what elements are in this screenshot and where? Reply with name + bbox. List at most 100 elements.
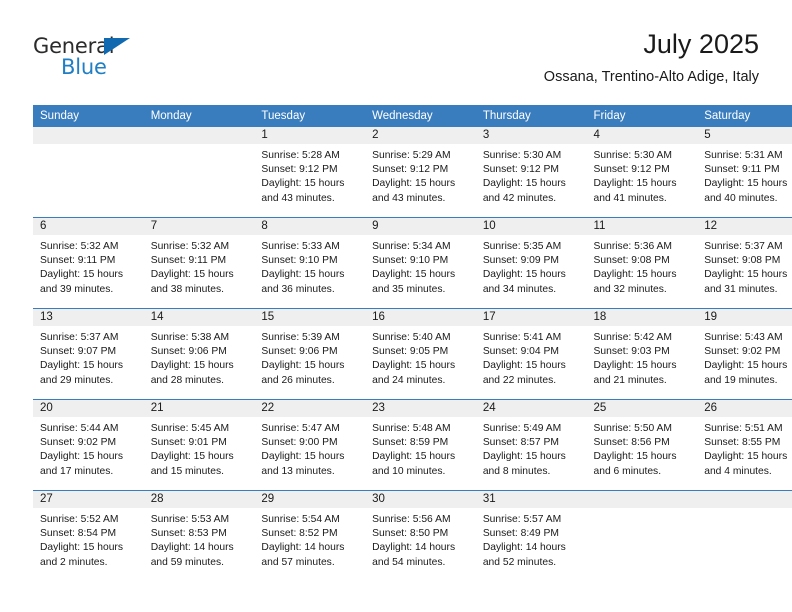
daylight-text: Daylight: 14 hours and 57 minutes. <box>261 542 345 568</box>
sunrise-text: Sunrise: 5:33 AM <box>261 241 340 252</box>
sunset-text: Sunset: 9:04 PM <box>482 346 559 358</box>
day-details: Sunrise: 5:28 AM Sunset: 9:12 PM Daylight:… <box>254 144 365 206</box>
day-details: Sunrise: 5:45 AM Sunset: 9:01 PM Daylight:… <box>144 417 255 479</box>
calendar-day-cell[interactable]: 7 Sunrise: 5:32 AM Sunset: 9:11 PM Daylight… <box>143 217 255 309</box>
day-details: Sunrise: 5:56 AM Sunset: 8:50 PM Daylight:… <box>365 508 476 570</box>
calendar-day-cell[interactable]: 2 Sunrise: 5:29 AM Sunset: 9:12 PM Daylight… <box>365 127 476 218</box>
sunset-text: Sunset: 8:55 PM <box>704 437 781 449</box>
calendar-day-cell[interactable]: 26 Sunrise: 5:51 AM Sunset: 8:55 PM Dayligh… <box>697 399 792 491</box>
calendar-table: Sunday Monday Tuesday Wednesday Thursday Frid… <box>33 105 792 581</box>
calendar-day-cell[interactable]: 19 Sunrise: 5:43 AM Sunset: 9:02 PM Dayligh… <box>697 308 792 400</box>
day-details: Sunrise: 5:34 AM Sunset: 9:10 PM Daylight:… <box>365 235 476 297</box>
daylight-text: Daylight: 15 hours and 13 minutes. <box>261 451 345 477</box>
daylight-text: Daylight: 15 hours and 42 minutes. <box>482 178 566 204</box>
calendar-day-cell[interactable]: 1 Sunrise: 5:28 AM Sunset: 9:12 PM Daylight… <box>254 127 366 218</box>
calendar-week-row: 13 Sunrise: 5:37 AM Sunset: 9:07 PM Dayligh… <box>33 308 792 400</box>
calendar-day-cell[interactable]: 20 Sunrise: 5:44 AM Sunset: 9:02 PM Dayligh… <box>33 399 144 491</box>
sunrise-text: Sunrise: 5:39 AM <box>261 332 340 343</box>
day-details: Sunrise: 5:40 AM Sunset: 9:05 PM Daylight:… <box>365 326 476 388</box>
day-number: 27 <box>33 491 144 508</box>
calendar-day-cell[interactable]: 8 Sunrise: 5:33 AM Sunset: 9:10 PM Daylight… <box>254 217 366 309</box>
day-number: 17 <box>475 309 587 326</box>
calendar-day-cell[interactable]: 9 Sunrise: 5:34 AM Sunset: 9:10 PM Daylight… <box>365 217 476 309</box>
calendar-day-cell[interactable]: 12 Sunrise: 5:37 AM Sunset: 9:08 PM Dayligh… <box>697 217 792 309</box>
daylight-text: Daylight: 15 hours and 43 minutes. <box>261 178 345 204</box>
calendar-cell-empty <box>697 490 792 581</box>
day-number: 10 <box>475 218 587 235</box>
day-details: Sunrise: 5:47 AM Sunset: 9:00 PM Daylight:… <box>254 417 365 479</box>
sunrise-text: Sunrise: 5:48 AM <box>372 423 451 434</box>
day-number: 26 <box>697 400 792 417</box>
calendar-day-cell[interactable]: 25 Sunrise: 5:50 AM Sunset: 8:56 PM Dayligh… <box>586 399 698 491</box>
calendar-day-cell[interactable]: 15 Sunrise: 5:39 AM Sunset: 9:06 PM Dayligh… <box>254 308 366 400</box>
calendar-day-cell[interactable]: 5 Sunrise: 5:31 AM Sunset: 9:11 PM Daylight… <box>697 127 792 218</box>
calendar-day-cell[interactable]: 31 Sunrise: 5:57 AM Sunset: 8:49 PM Dayligh… <box>475 490 587 581</box>
day-number: 23 <box>365 400 476 417</box>
day-number: 16 <box>365 309 476 326</box>
day-details <box>587 508 698 513</box>
calendar-day-cell[interactable]: 29 Sunrise: 5:54 AM Sunset: 8:52 PM Dayligh… <box>254 490 366 581</box>
calendar-day-cell[interactable]: 21 Sunrise: 5:45 AM Sunset: 9:01 PM Dayligh… <box>143 399 255 491</box>
daylight-text: Daylight: 15 hours and 41 minutes. <box>593 178 677 204</box>
day-details: Sunrise: 5:37 AM Sunset: 9:07 PM Daylight:… <box>33 326 144 388</box>
title-block: July 2025 Ossana, Trentino-Alto Adige, I… <box>544 28 759 86</box>
sunset-text: Sunset: 9:11 PM <box>150 255 227 267</box>
calendar-day-cell[interactable]: 6 Sunrise: 5:32 AM Sunset: 9:11 PM Daylight… <box>33 217 144 309</box>
day-number <box>143 127 255 144</box>
day-details: Sunrise: 5:29 AM Sunset: 9:12 PM Daylight:… <box>365 144 476 206</box>
calendar-cell-empty <box>143 127 255 218</box>
daylight-text: Daylight: 15 hours and 15 minutes. <box>150 451 234 477</box>
day-number: 1 <box>254 127 366 144</box>
day-number: 15 <box>254 309 366 326</box>
calendar-day-cell[interactable]: 11 Sunrise: 5:36 AM Sunset: 9:08 PM Dayligh… <box>586 217 698 309</box>
calendar-day-cell[interactable]: 28 Sunrise: 5:53 AM Sunset: 8:53 PM Dayligh… <box>143 490 255 581</box>
calendar-day-cell[interactable]: 18 Sunrise: 5:42 AM Sunset: 9:03 PM Dayligh… <box>586 308 698 400</box>
sunrise-text: Sunrise: 5:30 AM <box>482 150 562 161</box>
calendar-day-cell[interactable]: 24 Sunrise: 5:49 AM Sunset: 8:57 PM Dayligh… <box>475 399 587 491</box>
day-details: Sunrise: 5:43 AM Sunset: 9:02 PM Daylight:… <box>697 326 792 388</box>
weekday-header-saturday: Saturday <box>697 105 792 127</box>
sunrise-text: Sunrise: 5:51 AM <box>704 423 783 434</box>
day-details: Sunrise: 5:49 AM Sunset: 8:57 PM Daylight:… <box>476 417 587 479</box>
sunrise-text: Sunrise: 5:50 AM <box>593 423 672 434</box>
calendar-day-cell[interactable]: 23 Sunrise: 5:48 AM Sunset: 8:59 PM Dayligh… <box>365 399 476 491</box>
daylight-text: Daylight: 14 hours and 52 minutes. <box>482 542 566 568</box>
sunset-text: Sunset: 9:12 PM <box>261 164 338 176</box>
page-title: July 2025 <box>643 29 759 59</box>
calendar-day-cell[interactable]: 13 Sunrise: 5:37 AM Sunset: 9:07 PM Dayligh… <box>33 308 144 400</box>
daylight-text: Daylight: 15 hours and 32 minutes. <box>593 269 677 295</box>
calendar-day-cell[interactable]: 17 Sunrise: 5:41 AM Sunset: 9:04 PM Dayligh… <box>475 308 587 400</box>
day-details: Sunrise: 5:33 AM Sunset: 9:10 PM Daylight:… <box>254 235 365 297</box>
weekday-header-thursday: Thursday <box>475 105 587 127</box>
sunrise-text: Sunrise: 5:53 AM <box>150 514 230 525</box>
daylight-text: Daylight: 15 hours and 22 minutes. <box>482 360 566 386</box>
sunrise-text: Sunrise: 5:35 AM <box>482 241 562 252</box>
sunrise-text: Sunrise: 5:37 AM <box>40 332 119 343</box>
calendar-day-cell[interactable]: 27 Sunrise: 5:52 AM Sunset: 8:54 PM Dayligh… <box>33 490 144 581</box>
day-details <box>33 144 144 149</box>
general-blue-logo[interactable]: General Blue <box>33 34 163 82</box>
sunset-text: Sunset: 8:54 PM <box>40 528 117 540</box>
calendar-day-cell[interactable]: 14 Sunrise: 5:38 AM Sunset: 9:06 PM Dayligh… <box>143 308 255 400</box>
day-number: 8 <box>254 218 366 235</box>
calendar-day-cell[interactable]: 30 Sunrise: 5:56 AM Sunset: 8:50 PM Dayligh… <box>365 490 476 581</box>
sunrise-text: Sunrise: 5:54 AM <box>261 514 340 525</box>
sunrise-text: Sunrise: 5:47 AM <box>261 423 340 434</box>
daylight-text: Daylight: 15 hours and 10 minutes. <box>372 451 456 477</box>
daylight-text: Daylight: 15 hours and 8 minutes. <box>482 451 566 477</box>
page-header: General Blue July 2025 Ossana, Trentino-… <box>33 28 759 96</box>
day-details: Sunrise: 5:41 AM Sunset: 9:04 PM Daylight:… <box>476 326 587 388</box>
weekday-header-monday: Monday <box>143 105 255 127</box>
calendar-week-row: 1 Sunrise: 5:28 AM Sunset: 9:12 PM Daylight… <box>33 127 792 218</box>
calendar-day-cell[interactable]: 16 Sunrise: 5:40 AM Sunset: 9:05 PM Dayligh… <box>365 308 476 400</box>
day-number: 13 <box>33 309 144 326</box>
calendar-day-cell[interactable]: 4 Sunrise: 5:30 AM Sunset: 9:12 PM Daylight… <box>586 127 698 218</box>
calendar-week-row: 6 Sunrise: 5:32 AM Sunset: 9:11 PM Daylight… <box>33 217 792 309</box>
calendar-day-cell[interactable]: 3 Sunrise: 5:30 AM Sunset: 9:12 PM Daylight… <box>475 127 587 218</box>
day-details: Sunrise: 5:57 AM Sunset: 8:49 PM Daylight:… <box>476 508 587 570</box>
sunrise-text: Sunrise: 5:37 AM <box>704 241 783 252</box>
calendar-day-cell[interactable]: 10 Sunrise: 5:35 AM Sunset: 9:09 PM Dayligh… <box>475 217 587 309</box>
sunset-text: Sunset: 9:02 PM <box>40 437 117 449</box>
calendar-day-cell[interactable]: 22 Sunrise: 5:47 AM Sunset: 9:00 PM Dayligh… <box>254 399 366 491</box>
daylight-text: Daylight: 15 hours and 21 minutes. <box>593 360 677 386</box>
